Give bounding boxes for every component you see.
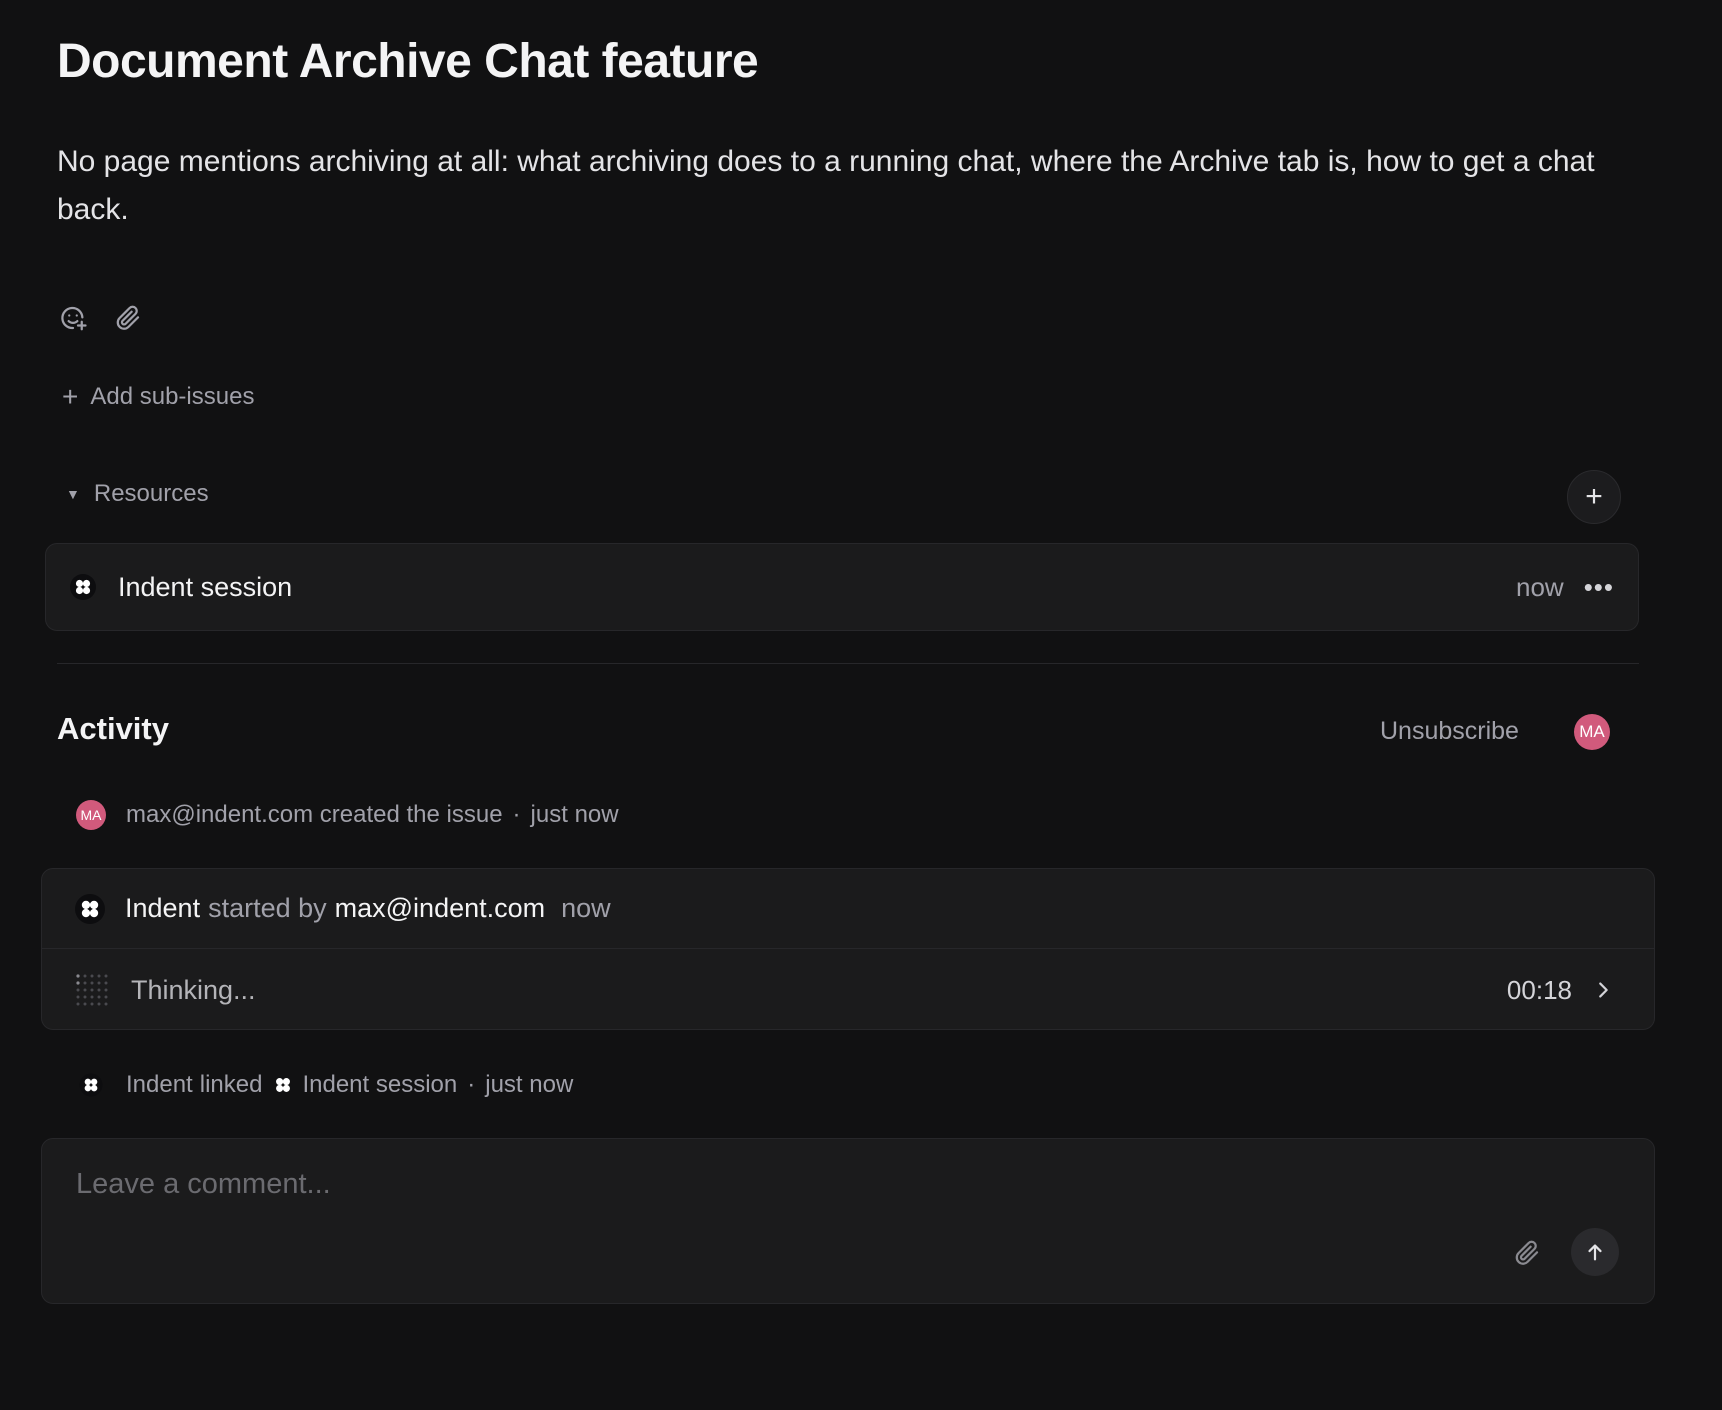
session-status-row[interactable]: Thinking... 00:18 <box>42 950 1654 1030</box>
linked-event: Indent linked Indent session · just now <box>76 1070 573 1100</box>
add-reaction-button[interactable] <box>53 298 93 338</box>
indent-logo-icon <box>75 893 105 924</box>
issue-description[interactable]: No page mentions archiving at all: what … <box>57 138 1637 234</box>
comment-attach-button[interactable] <box>1507 1233 1547 1273</box>
attach-file-button[interactable] <box>108 298 148 338</box>
issue-title[interactable]: Document Archive Chat feature <box>57 34 759 89</box>
resource-time: now <box>1515 571 1564 602</box>
resource-item[interactable]: Indent session now ••• <box>45 543 1639 631</box>
session-time: now <box>561 893 611 923</box>
add-sub-issues-label: Add sub-issues <box>90 383 255 410</box>
activity-heading: Activity <box>57 711 169 746</box>
linked-event-time: just now <box>485 1071 574 1098</box>
plus-icon: + <box>62 381 79 412</box>
comment-box <box>41 1138 1655 1304</box>
separator: · <box>512 801 521 828</box>
paperclip-icon <box>116 305 140 330</box>
resource-name: Indent session <box>118 571 293 602</box>
resources-toggle[interactable]: ▼ Resources <box>66 480 209 508</box>
subscriber-avatar[interactable]: MA <box>1574 714 1610 750</box>
arrow-up-icon <box>1588 1244 1602 1261</box>
created-event-text: max@indent.com created the issue <box>126 801 503 828</box>
linked-event-action: linked <box>199 1071 263 1098</box>
indent-logo-icon <box>79 1073 103 1097</box>
divider <box>57 663 1639 664</box>
linked-event-actor: Indent <box>126 1071 193 1098</box>
session-header: Indent started by max@indent.com now <box>42 869 1654 949</box>
session-app: Indent <box>125 893 201 923</box>
indent-logo-icon <box>70 574 96 600</box>
indent-logo-icon <box>276 1078 291 1092</box>
separator: · <box>467 1071 476 1098</box>
chevron-right-icon <box>1599 982 1608 998</box>
linked-event-target[interactable]: Indent session <box>302 1071 457 1099</box>
session-elapsed-time: 00:18 <box>1506 974 1572 1005</box>
plus-icon: + <box>1585 480 1603 513</box>
send-comment-button[interactable] <box>1571 1228 1619 1276</box>
created-event-time: just now <box>530 801 619 828</box>
unsubscribe-button[interactable]: Unsubscribe <box>1380 717 1519 746</box>
created-event: MA max@indent.com created the issue · ju… <box>76 800 619 830</box>
more-options-icon[interactable]: ••• <box>1584 572 1614 603</box>
session-status: Thinking... <box>131 974 256 1005</box>
paperclip-icon <box>1515 1240 1539 1265</box>
session-card: Indent started by max@indent.com now Thi… <box>41 868 1655 1030</box>
add-sub-issues-button[interactable]: + Add sub-issues <box>62 383 254 411</box>
caret-down-icon: ▼ <box>66 486 80 502</box>
resources-heading: Resources <box>93 480 209 507</box>
issue-page: Document Archive Chat feature No page me… <box>0 0 1722 1410</box>
comment-input[interactable] <box>74 1167 1478 1202</box>
emoji-add-icon <box>61 306 87 331</box>
thinking-spinner-icon <box>76 974 108 1006</box>
session-user: max@indent.com <box>334 893 546 923</box>
add-resource-button[interactable]: + <box>1567 470 1621 524</box>
session-started-label: started by <box>208 893 327 923</box>
avatar: MA <box>76 800 106 830</box>
